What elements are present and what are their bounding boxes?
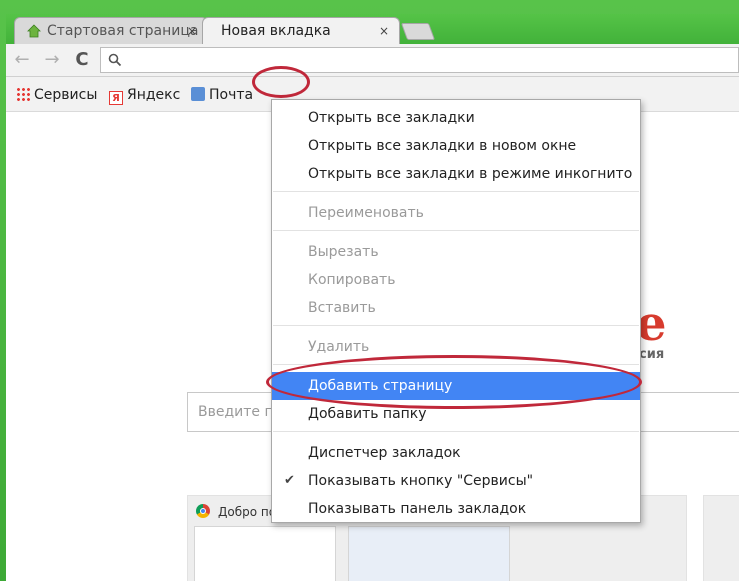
bookmark-yandex[interactable]: Я Яндекс (109, 87, 180, 105)
tab-new-tab[interactable]: Новая вкладка × (202, 17, 400, 44)
menu-item-cut: Вырезать (308, 244, 379, 260)
bookmark-label: Сервисы (34, 87, 98, 103)
home-icon (27, 24, 41, 38)
tile-title: Добро по (218, 505, 277, 519)
close-icon[interactable]: × (187, 24, 197, 38)
menu-item-paste: Вставить (308, 300, 376, 316)
menu-separator (273, 431, 639, 432)
menu-separator (273, 325, 639, 326)
address-bar[interactable] (100, 47, 739, 73)
menu-separator (273, 191, 639, 192)
search-placeholder: Введите п (198, 404, 274, 420)
tab-strip: Стартовая страница × Новая вкладка × (6, 14, 739, 44)
menu-item-show-apps-button[interactable]: ✔ Показывать кнопку "Сервисы" (272, 467, 640, 495)
menu-item-bookmark-manager[interactable]: Диспетчер закладок (272, 439, 640, 467)
annotation-circle (252, 66, 310, 98)
chrome-icon (196, 504, 210, 518)
new-tab-button[interactable] (400, 23, 436, 40)
apps-grid-icon (16, 87, 30, 101)
menu-item-show-bookmarks-bar[interactable]: Показывать панель закладок (272, 495, 640, 523)
menu-item-open-all[interactable]: Открыть все закладки (272, 104, 640, 132)
most-visited-tile[interactable] (703, 495, 739, 581)
menu-item-open-all-new-window[interactable]: Открыть все закладки в новом окне (272, 132, 640, 160)
logo-subtitle: сия (639, 347, 665, 362)
checkmark-icon: ✔ (284, 473, 295, 488)
tile-preview (194, 526, 336, 581)
bookmark-label: Яндекс (127, 87, 181, 103)
toolbar: ← → C (6, 44, 739, 77)
menu-item-rename: Переименовать (308, 205, 424, 221)
search-icon (108, 53, 122, 67)
annotation-oval (266, 355, 642, 409)
close-icon[interactable]: × (379, 24, 389, 38)
mail-icon (191, 87, 205, 101)
forward-button[interactable]: → (42, 50, 62, 70)
tab-title: Новая вкладка (221, 23, 331, 39)
reload-button[interactable]: C (72, 50, 92, 70)
menu-item-copy: Копировать (308, 272, 396, 288)
tab-start-page[interactable]: Стартовая страница × (14, 17, 208, 44)
tab-title: Стартовая страница (47, 23, 199, 39)
bookmark-label: Почта (209, 87, 254, 103)
bookmarks-context-menu: Открыть все закладки Открыть все закладк… (271, 99, 641, 523)
menu-separator (273, 230, 639, 231)
tile-preview (348, 526, 510, 581)
back-button[interactable]: ← (12, 50, 32, 70)
menu-item-open-all-incognito[interactable]: Открыть все закладки в режиме инкогнито (272, 160, 640, 188)
yandex-icon: Я (109, 91, 123, 105)
bookmark-services[interactable]: Сервисы (16, 87, 97, 103)
bookmark-mail[interactable]: Почта (191, 87, 253, 103)
